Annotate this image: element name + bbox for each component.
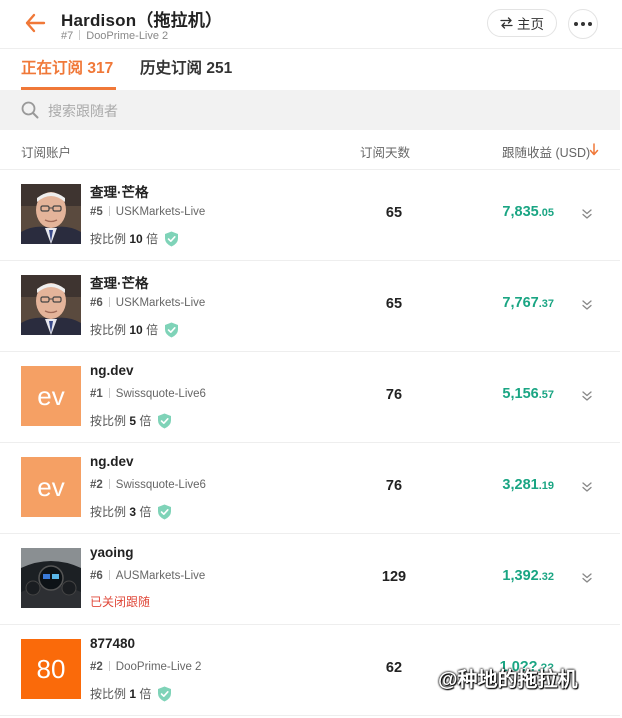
tab-history-subscriptions[interactable]: 历史订阅 251 (140, 56, 232, 78)
table-header: 订阅账户 订阅天数 跟随收益 (USD) (0, 130, 620, 170)
subscription-days: 129 (381, 569, 407, 585)
arrow-down-icon[interactable] (589, 143, 599, 156)
shield-check-icon (165, 322, 179, 337)
page-title: Hardison（拖拉机） (61, 11, 223, 30)
tab-label: 正在订阅 (21, 60, 84, 77)
shield-check-icon (158, 504, 172, 519)
home-button[interactable]: 主页 (487, 9, 557, 37)
trader-rank: #7 (61, 30, 74, 42)
avatar: ev (21, 457, 81, 517)
subscription-days: 76 (385, 478, 403, 494)
trader-account: DooPrime-Live 2 (86, 30, 169, 42)
home-label: 主页 (517, 17, 544, 32)
table-row[interactable]: 查理·芒格 #6 USKMarkets-Live 按比例 10 倍 65 7,76… (0, 261, 620, 352)
watermark: @种地的拖拉机 (438, 669, 578, 691)
status-closed: 已关闭跟随 (90, 595, 151, 609)
follower-name: 查理·芒格 (90, 276, 149, 291)
follower-name: ng.dev (90, 454, 134, 469)
trader-subline: #7 DooPrime-Live 2 (61, 30, 168, 42)
follower-name: 877480 (90, 636, 136, 651)
search-input[interactable]: 搜索跟随者 (0, 90, 620, 130)
column-profit[interactable]: 跟随收益 (USD) (502, 142, 590, 161)
follow-profit: 7,835.05 (502, 204, 554, 220)
subscription-days: 65 (385, 205, 403, 221)
search-placeholder: 搜索跟随者 (48, 103, 118, 119)
arrow-left-icon[interactable] (24, 12, 46, 34)
follow-profit: 1,392.32 (502, 568, 554, 584)
follower-account: #2 Swissquote-Live6 (90, 479, 206, 491)
follower-account: #2 DooPrime-Live 2 (90, 661, 202, 673)
avatar: ev (21, 366, 81, 426)
shield-check-icon (158, 413, 172, 428)
chevron-double-down-icon[interactable] (581, 481, 593, 493)
follow-ratio: 按比例 1 倍 (90, 685, 172, 702)
column-days[interactable]: 订阅天数 (360, 142, 410, 161)
follower-name: 查理·芒格 (90, 185, 149, 200)
avatar (21, 548, 81, 608)
avatar (21, 184, 81, 244)
divider (79, 30, 81, 40)
chevron-double-down-icon[interactable] (581, 390, 593, 402)
subscription-tabs: 正在订阅 317 历史订阅 251 (0, 48, 622, 90)
follow-profit: 5,156.57 (502, 386, 554, 402)
follower-account: #6 USKMarkets-Live (90, 297, 206, 309)
more-dots-icon[interactable] (568, 9, 598, 39)
tab-current-subscriptions[interactable]: 正在订阅 317 (21, 56, 113, 78)
shield-check-icon (165, 231, 179, 246)
table-row[interactable]: yaoing #6 AUSMarkets-Live 已关闭跟随 129 1,392… (0, 534, 620, 625)
follow-ratio: 按比例 10 倍 (90, 230, 179, 247)
table-row[interactable]: ev ng.dev #1 Swissquote-Live6 按比例 5 倍 76 … (0, 352, 620, 443)
follow-ratio: 按比例 5 倍 (90, 412, 172, 429)
follow-ratio: 按比例 3 倍 (90, 503, 172, 520)
swap-icon (500, 17, 513, 29)
follower-name: yaoing (90, 545, 134, 560)
tab-count: 251 (206, 60, 233, 77)
avatar (21, 275, 81, 335)
chevron-double-down-icon[interactable] (581, 299, 593, 311)
subscription-days: 76 (385, 387, 403, 403)
follow-ratio: 按比例 10 倍 (90, 321, 179, 338)
shield-check-icon (158, 686, 172, 701)
tab-label: 历史订阅 (140, 60, 203, 77)
avatar: 80 (21, 639, 81, 699)
table-row[interactable]: ev ng.dev #2 Swissquote-Live6 按比例 3 倍 76 … (0, 443, 620, 534)
follow-profit: 7,767.37 (502, 295, 554, 311)
chevron-double-down-icon[interactable] (581, 572, 593, 584)
follow-profit: 3,281.19 (502, 477, 554, 493)
page-header: Hardison（拖拉机） #7 DooPrime-Live 2 主页 (0, 0, 622, 48)
subscription-days: 65 (385, 296, 403, 312)
follower-account: #1 Swissquote-Live6 (90, 388, 206, 400)
follower-account: #6 AUSMarkets-Live (90, 570, 206, 582)
chevron-double-down-icon[interactable] (581, 208, 593, 220)
subscription-days: 62 (385, 660, 403, 676)
column-account: 订阅账户 (21, 146, 72, 160)
follower-name: ng.dev (90, 363, 134, 378)
follower-account: #5 USKMarkets-Live (90, 206, 206, 218)
search-icon (21, 101, 39, 119)
tab-count: 317 (87, 60, 114, 77)
table-row[interactable]: 查理·芒格 #5 USKMarkets-Live 按比例 10 倍 65 7,83… (0, 170, 620, 261)
